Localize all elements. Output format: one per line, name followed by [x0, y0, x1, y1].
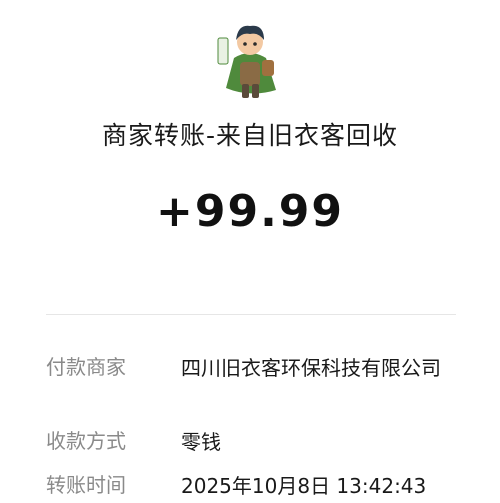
detail-row-method: 收款方式 零钱 — [46, 426, 456, 458]
avatar-backpack — [262, 60, 274, 76]
method-label: 收款方式 — [46, 429, 126, 453]
avatar-eye-right — [253, 42, 257, 46]
detail-row-time: 转账时间 2025年10月8日 13:42:43 — [46, 470, 456, 502]
transfer-amount: +99.99 — [155, 186, 345, 237]
time-label: 转账时间 — [46, 473, 126, 497]
avatar-leg-right — [252, 84, 259, 98]
merchant-value: 四川旧衣客环保科技有限公司 — [181, 356, 441, 380]
detail-row-merchant: 付款商家 四川旧衣客环保科技有限公司 — [46, 352, 456, 384]
avatar-badge — [217, 37, 229, 65]
avatar-body — [240, 62, 260, 86]
merchant-avatar — [217, 25, 276, 98]
merchant-label: 付款商家 — [46, 355, 126, 379]
method-value: 零钱 — [181, 430, 221, 454]
avatar-leg-left — [242, 84, 249, 98]
avatar-eye-left — [243, 42, 247, 46]
section-divider — [46, 314, 456, 315]
transfer-title: 商家转账-来自旧衣客回收 — [101, 121, 399, 150]
time-value: 2025年10月8日 13:42:43 — [181, 474, 427, 498]
transfer-detail-page: 商家转账-来自旧衣客回收 +99.99 付款商家 四川旧衣客环保科技有限公司 收… — [0, 0, 500, 503]
